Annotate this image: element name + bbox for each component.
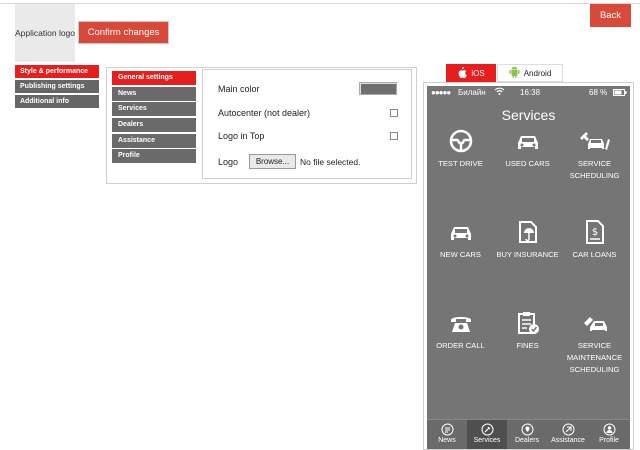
services-icon xyxy=(467,423,507,436)
confirm-changes-button[interactable]: Confirm changes xyxy=(78,21,169,44)
service-label: TEST DRIVE xyxy=(438,159,483,168)
autocenter-checkbox[interactable] xyxy=(390,109,398,117)
carrier-name: Билайн xyxy=(458,88,486,97)
logo-placeholder-label: Application logo xyxy=(15,27,76,38)
service-new-cars[interactable]: NEW CARS xyxy=(427,220,494,261)
loan-document-icon: $ xyxy=(561,220,628,244)
phone-tab-bar: News Services Dealers Assistance Profile xyxy=(427,419,630,449)
tab-android[interactable]: Android xyxy=(497,64,563,82)
subnav-item-assistance[interactable]: Assistance xyxy=(112,133,196,148)
battery-percent: 68 % xyxy=(589,88,608,97)
service-order-call[interactable]: ORDER CALL xyxy=(427,311,494,352)
sidebar-item-additional-info[interactable]: Additional info xyxy=(15,95,99,108)
service-car-loans[interactable]: $ CAR LOANS xyxy=(561,220,628,261)
tab-ios-label: iOS xyxy=(471,68,485,78)
settings-sidebar: Style & performance Publishing settings … xyxy=(15,65,99,110)
phone-icon xyxy=(427,311,494,335)
tab-ios[interactable]: iOS xyxy=(446,64,496,82)
back-label: Back xyxy=(599,10,622,21)
phone-preview-screen: ●●●●● Билайн 16:38 68 % Services TEST DR… xyxy=(427,86,630,449)
service-label: CAR LOANS xyxy=(572,250,617,259)
main-color-label: Main color xyxy=(218,84,260,94)
sidebar-item-publishing-settings[interactable]: Publishing settings xyxy=(15,80,99,93)
phone-tab-assistance[interactable]: Assistance xyxy=(548,420,588,449)
svg-text:$: $ xyxy=(591,227,597,238)
service-maintenance-scheduling[interactable]: SERVICE MAINTENANCE SCHEDULING xyxy=(561,311,628,376)
phone-status-bar: ●●●●● Билайн 16:38 68 % xyxy=(427,86,630,100)
main-color-picker[interactable] xyxy=(359,82,397,95)
subnav-item-news[interactable]: News xyxy=(112,86,196,101)
service-label: FINES xyxy=(516,341,539,350)
back-button[interactable]: Back xyxy=(590,4,631,27)
service-used-cars[interactable]: USED CARS xyxy=(494,129,561,170)
phone-screen-title: Services xyxy=(501,107,556,123)
top-divider xyxy=(0,3,640,4)
phone-tab-profile[interactable]: Profile xyxy=(589,420,629,449)
assistance-icon xyxy=(548,423,588,436)
status-time: 16:38 xyxy=(520,88,541,97)
browse-label: Browse... xyxy=(255,157,290,166)
phone-tab-label: Profile xyxy=(599,437,619,444)
service-test-drive[interactable]: TEST DRIVE xyxy=(427,129,494,170)
phone-tab-label: Services xyxy=(473,437,501,444)
wifi-icon xyxy=(494,86,505,98)
android-icon xyxy=(509,66,520,80)
service-label: SERVICE SCHEDULING xyxy=(569,159,620,180)
phone-tab-label: Dealers xyxy=(514,437,540,444)
service-scheduling[interactable]: SERVICE SCHEDULING xyxy=(561,129,628,182)
tab-android-label: Android xyxy=(523,68,552,78)
phone-tab-services[interactable]: Services xyxy=(467,420,507,449)
phone-tab-label: News xyxy=(438,437,456,444)
browse-file-button[interactable]: Browse... xyxy=(249,154,296,169)
general-settings-form: Main color Autocenter (not dealer) Logo … xyxy=(202,69,412,179)
profile-icon xyxy=(589,423,629,436)
subnav-item-profile[interactable]: Profile xyxy=(112,149,196,164)
subnav-item-general-settings[interactable]: General settings xyxy=(112,71,196,85)
subnav-item-dealers[interactable]: Dealers xyxy=(112,118,196,133)
service-label: ORDER CALL xyxy=(436,341,485,350)
steering-wheel-icon xyxy=(427,129,494,153)
logo-upload-label: Logo xyxy=(218,157,239,167)
apple-icon xyxy=(457,66,468,80)
car-icon xyxy=(494,129,561,153)
phone-tab-news[interactable]: News xyxy=(427,420,467,449)
car-service-icon xyxy=(561,129,628,153)
signal-dots-icon: ●●●●● xyxy=(431,88,451,97)
logo-in-top-checkbox[interactable] xyxy=(390,132,398,140)
service-buy-insurance[interactable]: BUY INSURANCE xyxy=(494,220,561,261)
battery-icon xyxy=(613,89,627,98)
car-icon xyxy=(427,220,494,244)
phone-tab-label: Assistance xyxy=(551,437,585,444)
insurance-icon xyxy=(494,220,561,244)
application-logo-placeholder[interactable]: Application logo xyxy=(15,4,75,62)
fines-clipboard-icon xyxy=(494,311,561,335)
maintenance-icon xyxy=(561,311,628,335)
sidebar-item-style-performance[interactable]: Style & performance xyxy=(15,65,99,78)
no-file-selected-text: No file selected. xyxy=(300,157,361,167)
service-label: NEW CARS xyxy=(440,250,481,259)
service-label: SERVICE MAINTENANCE SCHEDULING xyxy=(566,341,623,374)
settings-subnav: General settings News Services Dealers A… xyxy=(112,71,196,165)
subnav-item-services[interactable]: Services xyxy=(112,102,196,117)
logo-in-top-label: Logo in Top xyxy=(218,131,265,141)
phone-tab-dealers[interactable]: Dealers xyxy=(507,420,547,449)
service-label: USED CARS xyxy=(505,159,550,168)
autocenter-label: Autocenter (not dealer) xyxy=(218,108,311,118)
service-label: BUY INSURANCE xyxy=(496,250,559,259)
dealers-icon xyxy=(507,423,547,436)
news-icon xyxy=(427,423,467,436)
service-fines[interactable]: FINES xyxy=(494,311,561,352)
confirm-changes-label: Confirm changes xyxy=(87,27,160,38)
